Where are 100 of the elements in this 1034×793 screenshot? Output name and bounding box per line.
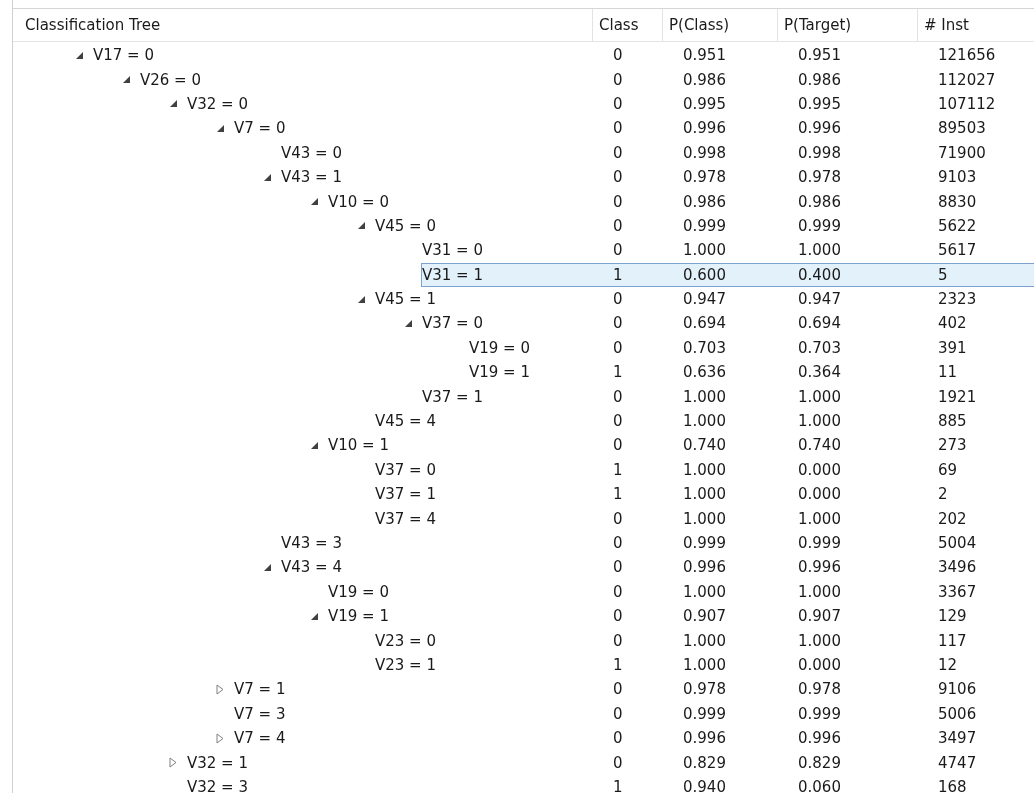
probability-cell-text: 1.000 (682, 460, 727, 479)
tree-row[interactable]: V19 = 1 0 0.907 0.907 129 (327, 604, 1034, 629)
tree-row[interactable]: V43 = 0 0 0.998 0.998 71900 (280, 140, 1034, 165)
node-label: V10 = 1 (328, 436, 390, 455)
instances-cell-text: 89503 (937, 119, 987, 138)
tree-row[interactable]: V7 = 0 0 0.996 0.996 89503 (233, 116, 1034, 141)
column-header[interactable]: Classification Tree (13, 9, 593, 41)
column-header[interactable]: Class (593, 9, 663, 41)
probability-cell-text: 0.703 (682, 338, 727, 357)
tree-row[interactable]: V32 = 1 0 0.829 0.829 4747 (186, 750, 1034, 775)
tree-row[interactable]: V32 = 3 1 0.940 0.060 168 (186, 774, 1034, 793)
expanded-arrow-icon[interactable] (122, 75, 131, 85)
tree-row[interactable]: V31 = 0 0 1.000 1.000 5617 (421, 238, 1034, 263)
tree-row[interactable]: V37 = 0 1 1.000 0.000 69 (374, 457, 1034, 483)
column-header[interactable]: P(Class) (663, 9, 778, 41)
expanded-arrow-icon[interactable] (75, 50, 84, 60)
expanded-arrow-icon[interactable] (404, 319, 413, 328)
tree-row[interactable]: V26 = 0 0 0.986 0.986 112027 (139, 67, 1034, 92)
tree-row[interactable]: V45 = 1 0 0.947 0.947 2323 (374, 286, 1034, 312)
instances-cell-text: 3496 (937, 558, 978, 577)
probability-cell-text: 0.986 (797, 192, 842, 211)
tree-row[interactable]: V37 = 4 0 1.000 1.000 202 (374, 506, 1034, 531)
node-label: V32 = 0 (187, 94, 249, 113)
node-label: V19 = 0 (328, 582, 390, 601)
tree-row[interactable]: V31 = 1 1 0.600 0.400 5 (421, 262, 1034, 287)
tree-row[interactable]: V32 = 0 0 0.995 0.995 107112 (186, 91, 1034, 117)
tree-row[interactable]: V10 = 1 0 0.740 0.740 273 (327, 433, 1034, 458)
instances-cell-text: 885 (937, 412, 968, 431)
instances-cell-text: 107112 (937, 94, 997, 113)
tree-row[interactable]: V7 = 3 0 0.999 0.999 5006 (233, 701, 1034, 726)
probability-cell-text: 0.986 (797, 70, 842, 89)
tree-row[interactable]: V43 = 4 0 0.996 0.996 3496 (280, 555, 1034, 580)
probability-cell-text: 0.694 (682, 314, 727, 333)
probability-cell-text: 0.000 (797, 655, 842, 674)
node-label: V37 = 0 (422, 314, 484, 333)
node-label: V43 = 4 (281, 558, 343, 577)
tree-row[interactable]: V19 = 0 0 0.703 0.703 391 (468, 335, 1034, 361)
tree-row[interactable]: V37 = 1 0 1.000 1.000 1921 (421, 384, 1034, 409)
node-label: V32 = 3 (187, 777, 249, 793)
column-header[interactable]: P(Target) (778, 9, 918, 41)
probability-cell-text: 1.000 (797, 631, 842, 650)
class-cell-text: 0 (612, 704, 624, 723)
tree-row[interactable]: V19 = 1 1 0.636 0.364 11 (468, 360, 1034, 385)
instances-cell-text: 69 (937, 460, 959, 479)
class-cell-text: 0 (612, 94, 624, 113)
column-header[interactable]: # Inst (918, 9, 1034, 41)
class-cell-text: 0 (612, 46, 624, 65)
class-cell-text: 0 (612, 241, 624, 260)
node-label: V43 = 1 (281, 168, 343, 187)
expanded-arrow-icon[interactable] (310, 611, 319, 621)
probability-cell-text: 0.400 (797, 265, 842, 284)
tree-row[interactable]: V19 = 0 0 1.000 1.000 3367 (327, 579, 1034, 604)
class-cell-text: 0 (612, 412, 624, 431)
class-cell-text: 0 (612, 631, 624, 650)
class-cell-text: 0 (612, 509, 624, 528)
collapsed-arrow-icon[interactable] (169, 757, 177, 768)
expanded-arrow-icon[interactable] (263, 172, 272, 182)
tree-row[interactable]: V17 = 0 0 0.951 0.951 121656 (92, 43, 1034, 68)
expanded-arrow-icon[interactable] (310, 197, 319, 207)
instances-cell-text: 4747 (937, 753, 978, 772)
tree-row[interactable]: V45 = 0 0 0.999 0.999 5622 (374, 213, 1034, 239)
expanded-arrow-icon[interactable] (310, 440, 319, 450)
class-cell-text: 0 (612, 436, 624, 455)
node-label: V37 = 0 (375, 460, 437, 479)
expanded-arrow-icon[interactable] (357, 221, 366, 231)
tree-row[interactable]: V45 = 4 0 1.000 1.000 885 (374, 408, 1034, 434)
probability-cell-text: 0.907 (682, 607, 727, 626)
expanded-arrow-icon[interactable] (263, 562, 272, 572)
probability-cell-text: 0.000 (797, 460, 842, 479)
probability-cell-text: 0.951 (682, 46, 727, 65)
tree-row[interactable]: V10 = 0 0 0.986 0.986 8830 (327, 189, 1034, 214)
tree-row[interactable]: V23 = 0 0 1.000 1.000 117 (374, 628, 1034, 653)
tree-row[interactable]: V7 = 4 0 0.996 0.996 3497 (233, 725, 1034, 751)
tree-row[interactable]: V43 = 1 0 0.978 0.978 9103 (280, 164, 1034, 190)
node-label: V23 = 1 (375, 655, 437, 674)
expanded-arrow-icon[interactable] (169, 99, 178, 109)
tree-row[interactable]: V23 = 1 1 1.000 0.000 12 (374, 652, 1034, 678)
node-label: V7 = 1 (234, 680, 287, 699)
probability-cell-text: 0.996 (682, 119, 727, 138)
instances-cell-text: 5617 (937, 241, 978, 260)
collapsed-arrow-icon[interactable] (216, 683, 224, 695)
class-cell-text: 0 (612, 729, 624, 748)
tree-row[interactable]: V7 = 1 0 0.978 0.978 9106 (233, 677, 1034, 702)
node-label: V31 = 1 (422, 265, 484, 284)
node-label: V43 = 0 (281, 143, 343, 162)
tree-row[interactable]: V37 = 1 1 1.000 0.000 2 (374, 482, 1034, 507)
tree-row[interactable]: V37 = 0 0 0.694 0.694 402 (421, 311, 1034, 336)
probability-cell-text: 1.000 (682, 485, 727, 504)
probability-cell-text: 0.703 (797, 338, 842, 357)
expanded-arrow-icon[interactable] (216, 123, 225, 133)
expanded-arrow-icon[interactable] (357, 294, 366, 304)
probability-cell-text: 0.996 (797, 119, 842, 138)
instances-cell-text: 1921 (937, 387, 978, 406)
probability-cell-text: 1.000 (797, 241, 842, 260)
instances-cell-text: 168 (937, 777, 968, 793)
node-label: V37 = 1 (422, 387, 484, 406)
tree-row[interactable]: V43 = 3 0 0.999 0.999 5004 (280, 530, 1034, 556)
node-label: V7 = 3 (234, 704, 287, 723)
collapsed-arrow-icon[interactable] (216, 732, 224, 744)
probability-cell-text: 0.999 (797, 216, 842, 235)
